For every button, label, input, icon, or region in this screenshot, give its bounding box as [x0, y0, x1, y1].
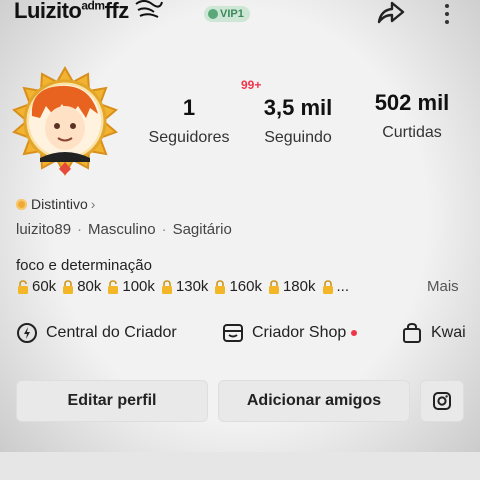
stat-seguindo[interactable]: 3,5 mil Seguindo [254, 95, 342, 147]
add-friends-label: Adicionar amigos [246, 392, 382, 409]
lock-item: 100k [106, 278, 155, 295]
lock-value: 100k [122, 278, 155, 295]
seguidores-label: Seguidores [148, 129, 230, 146]
distintivo-label: Distintivo [31, 196, 88, 212]
lock-item: 130k [160, 278, 209, 295]
curtidas-label: Curtidas [382, 124, 442, 141]
distintivo-icon [16, 198, 27, 210]
lock-key-icon [322, 279, 333, 294]
vip-badge[interactable]: VIP1 [204, 6, 250, 22]
avatar[interactable] [10, 66, 120, 176]
lock-value: 130k [175, 278, 209, 295]
criador-shop-link[interactable]: Criador Shop [222, 322, 358, 344]
bio-lock-list: 60k 80k 100k 130k 160k 180k ... [16, 278, 354, 295]
username-text: Luizito [14, 0, 82, 23]
lock-item: 180k [267, 278, 316, 295]
shop-icon [223, 324, 243, 342]
criador-shop-label: Criador Shop [252, 324, 347, 341]
central-do-criador-label: Central do Criador [46, 324, 177, 341]
seguindo-count: 3,5 mil [263, 95, 333, 120]
lightning-circle-icon [17, 323, 37, 343]
seguindo-notification-badge: 99+ [241, 78, 262, 92]
central-do-criador-link[interactable]: Central do Criador [16, 322, 177, 344]
bio-more-link[interactable]: Mais [427, 278, 459, 295]
lock-item: 80k [61, 278, 101, 295]
seguindo-label: Seguindo [264, 129, 332, 146]
lock-value: ... [336, 278, 350, 295]
stat-seguidores[interactable]: 1 Seguidores [143, 95, 235, 147]
username-decoration-icon [135, 0, 164, 18]
notification-dot [351, 330, 358, 336]
vip-label: VIP1 [220, 8, 244, 20]
share-icon[interactable] [376, 0, 406, 26]
distintivo-link[interactable]: Distintivo › [16, 196, 95, 212]
kwai-label: Kwai [431, 324, 466, 341]
shopping-bag-icon [403, 322, 421, 343]
username-sup: adm [81, 0, 105, 13]
instagram-button[interactable] [420, 380, 464, 422]
profile-gender: Masculino [88, 221, 156, 238]
profile-header: Luizitoadmffz VIP1 [0, 0, 480, 34]
instagram-icon [433, 392, 451, 410]
username-suffix: ffz [104, 0, 130, 23]
lock-value: 60k [32, 278, 57, 295]
profile-bio: foco e determinação [16, 257, 152, 274]
profile-sign: Sagitário [172, 221, 232, 238]
lock-icon [108, 279, 119, 294]
edit-profile-label: Editar perfil [67, 392, 157, 409]
lock-item: 60k [16, 278, 56, 295]
lock-value: 80k [77, 278, 102, 295]
lock-key-icon [215, 279, 226, 294]
chevron-right-icon: › [90, 196, 96, 212]
curtidas-count: 502 mil [374, 90, 450, 115]
edit-profile-button[interactable]: Editar perfil [16, 380, 208, 422]
kwai-shop-link[interactable]: Kwai [401, 322, 466, 344]
profile-handle: luizito89 [16, 221, 72, 238]
add-friends-button[interactable]: Adicionar amigos [218, 380, 410, 422]
profile-meta: luizito89 · Masculino · Sagitário [16, 221, 232, 238]
vip-icon [208, 9, 218, 19]
lock-key-icon [63, 279, 74, 294]
lock-item: ... [321, 278, 350, 295]
lock-icon [18, 279, 28, 294]
more-vertical-icon[interactable] [440, 0, 454, 26]
username: Luizitoadmffz [14, 0, 164, 24]
stat-curtidas[interactable]: 502 mil Curtidas [364, 90, 460, 142]
lock-key-icon [161, 279, 172, 294]
content-tabs-area [0, 452, 480, 480]
seguidores-count: 1 [182, 95, 196, 120]
lock-value: 160k [229, 278, 262, 295]
lock-value: 180k [282, 278, 316, 295]
lock-key-icon [268, 279, 279, 294]
lock-item: 160k [213, 278, 262, 295]
